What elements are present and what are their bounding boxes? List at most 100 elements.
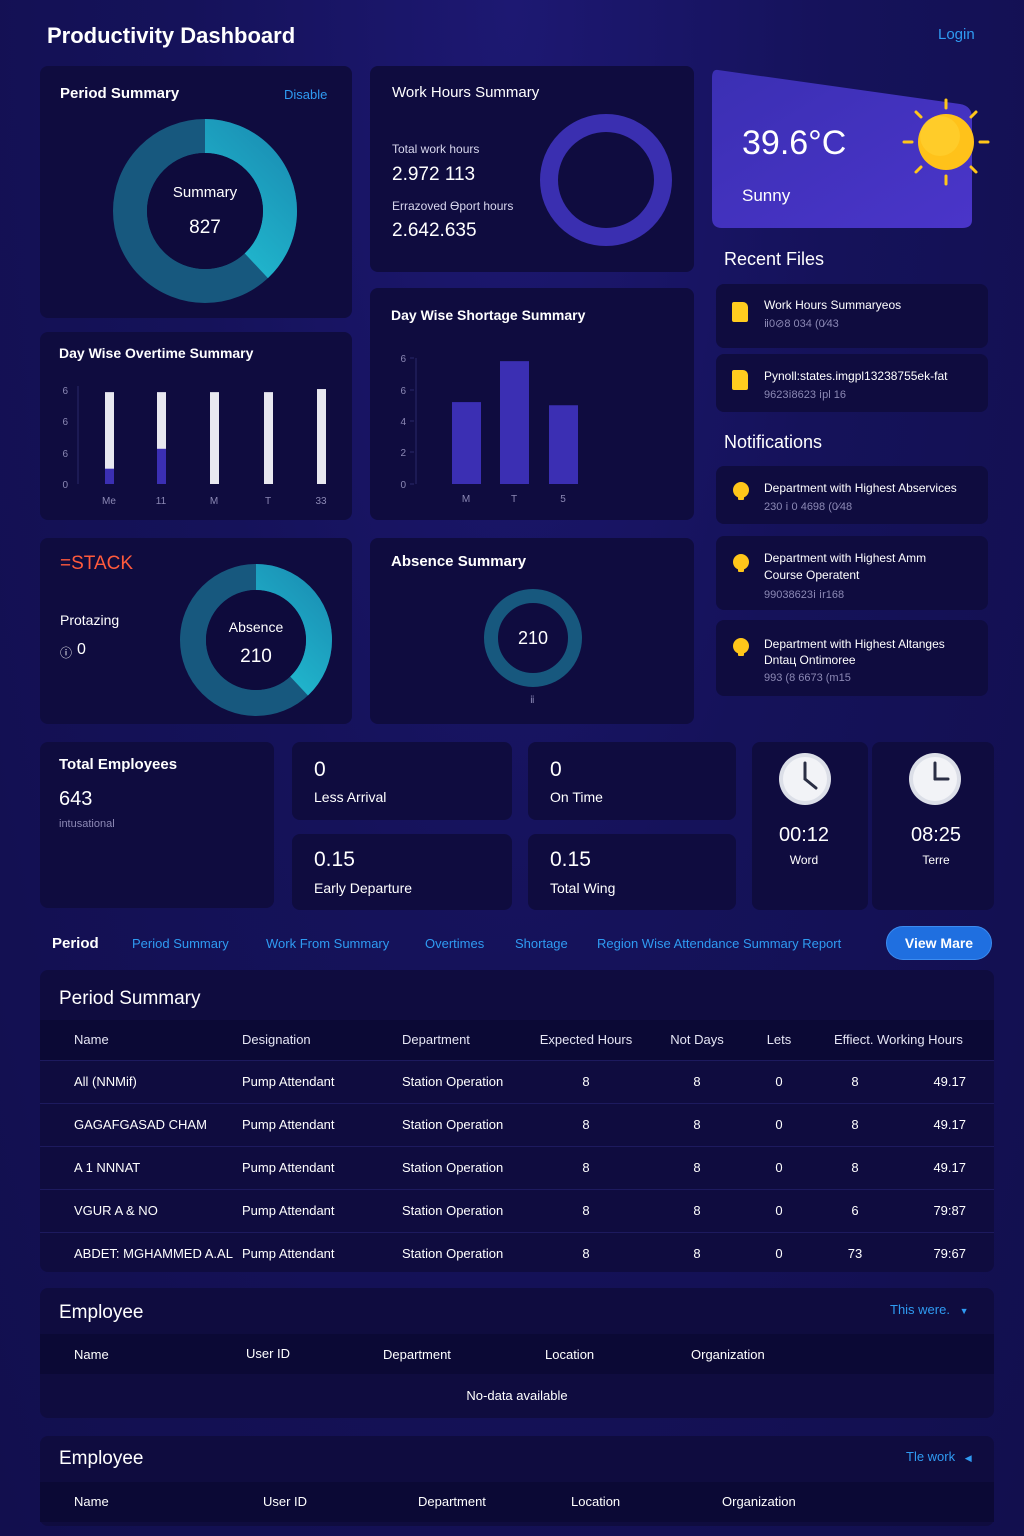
stat-label: Protazing [60,612,120,628]
notification-meta: 99038623ⅰ ⅰr168 [764,589,845,601]
table-cell: Pump Attendant [242,1059,402,1103]
notification-item[interactable]: Department with Highest Abservices 230 ⅰ… [716,466,988,524]
col-header: Designation [242,1032,311,1048]
tab-region-wise-report[interactable]: Region Wise Attendance Summary Report [597,936,841,951]
stat-tile: 0.15 Total Wing [528,834,736,910]
y-tick-label: 2 [400,448,406,459]
col-header: Organization [691,1347,765,1362]
notification-item[interactable]: Department with Highest Altanges Dntaц O… [716,620,988,696]
brand-logo: =STACK [60,553,134,574]
table-cell: All (NNMif) [40,1059,242,1103]
work-hours-card: Work Hours Summary Total work hours 2.97… [370,66,694,272]
table-cell: Station Operation [402,1102,532,1146]
notification-text: Department with Highest Altanges [764,637,945,651]
stat-tile: 0 On Time [528,742,736,820]
y-tick-label: 4 [400,417,406,428]
col-header: Name [74,1032,109,1048]
clock-icon [779,753,831,805]
table-cell: ABDET: MGHAMMED A.AL [40,1231,242,1275]
disable-link[interactable]: Disable [284,87,327,102]
table-cell: 0 [754,1231,804,1275]
col-header: Department [402,1032,470,1048]
work-hours-ring [540,114,672,246]
total-hours-value: 2.972 113 [392,164,476,185]
y-tick-label: 0 [400,480,406,491]
file-meta: ⅱ0⊘8 034 (0⁄43 [764,318,839,330]
page-title: Productivity Dashboard [47,23,296,48]
table-cell: 79:67 [906,1231,994,1275]
folder-icon [732,370,748,390]
bulb-icon [733,482,749,500]
stat-value: 0.15 [314,848,355,871]
stat-tile: 0.15 Early Departure [292,834,512,910]
tab-overtimes[interactable]: Overtimes [425,936,484,951]
table-cell: 8 [804,1102,906,1146]
filter-label: This were. [890,1302,950,1317]
col-header: Location [571,1494,621,1509]
table-cell: VGUR A & NO [40,1188,242,1232]
bar-highlight [105,468,114,484]
table-cell: 73 [804,1231,906,1275]
chevron-down-icon: ▼ [959,1306,969,1316]
filter-dropdown[interactable]: Tle work ◀ [906,1449,972,1464]
table-row[interactable]: ABDET: MGHAMMED A.AL Pump Attendant Statio… [40,1231,994,1275]
view-more-button[interactable]: View Mare [886,926,992,960]
notification-meta: 993 (8 6673 (m15 [764,672,851,684]
table-cell: 8 [640,1188,754,1232]
col-header: Location [545,1347,595,1362]
y-tick-label: 0 [62,480,68,491]
weather-condition: Sunny [742,186,791,205]
x-tick-label: T [511,494,517,505]
file-meta: 9623ⅰ8623 ⅰpl 16 [764,389,846,401]
table-cell: 0 [754,1102,804,1146]
donut-label: Absence [228,619,284,635]
table-cell: 8 [532,1188,640,1232]
x-tick-label: T [265,496,271,507]
tab-period-summary[interactable]: Period Summary [132,936,229,951]
table-cell: 0 [754,1059,804,1103]
y-tick-label: 6 [62,449,68,460]
table-cell: Station Operation [402,1231,532,1275]
table-title: Employee [59,1448,144,1469]
notification-text-2: Course Operatent [764,568,860,582]
table-row[interactable]: All (NNMif) Pump Attendant Station Operati… [40,1059,994,1103]
table-cell: 79:87 [906,1188,994,1232]
table-cell: 8 [640,1102,754,1146]
table-row[interactable]: A 1 NNNAT Pump Attendant Station Operation… [40,1145,994,1189]
sun-icon [902,98,990,186]
period-summary-table-wrap: Name Designation Department Expected Hou… [40,1020,994,1275]
notification-item[interactable]: Department with Highest Amm Course Opera… [716,536,988,610]
report-hours-label: Errazoved ϴport hours [392,199,514,213]
table-cell: Station Operation [402,1188,532,1232]
donut-value: 210 [240,646,272,667]
stat-value: 0 [77,641,86,658]
col-header: Name [74,1347,109,1362]
clock-tile: 00:12 Word [752,742,868,910]
recent-file-item[interactable]: Pynoll:states.imgpl13238755ek-fat 9623ⅰ8… [716,354,988,412]
col-header: Lets [766,1032,792,1048]
login-link[interactable]: Login [938,26,975,43]
empty-state: No-data available [466,1388,568,1403]
y-tick-label: 6 [400,386,406,397]
tab-work-from-summary[interactable]: Work From Summary [266,936,389,951]
recent-file-item[interactable]: Work Hours Summaryeos ⅱ0⊘8 034 (0⁄43 [716,284,988,348]
stat-label: On Time [550,789,603,805]
y-tick-label: 6 [62,417,68,428]
table-cell: 6 [804,1188,906,1232]
filter-dropdown[interactable]: This were. ▼ [890,1302,969,1317]
table-cell: 49.17 [906,1145,994,1189]
period-summary-card: Period Summary Disable Summary 827 [40,66,352,318]
x-tick-label: M [462,494,470,505]
table-cell: 8 [640,1231,754,1275]
table-row[interactable]: GAGAFGASAD CHAM Pump Attendant Station Ope… [40,1102,994,1146]
tab-shortage[interactable]: Shortage [515,936,568,951]
chevron-left-icon: ◀ [964,1453,972,1463]
filter-label: Tle work [906,1449,956,1464]
period-summary-table: Name Designation Department Expected Hou… [40,1020,994,1275]
period-summary-table-card: Period Summary Name Designation Departme… [40,970,994,1275]
table-row[interactable]: VGUR A & NO Pump Attendant Station Operati… [40,1188,994,1232]
bar [210,392,219,484]
stat-label: Early Departure [314,880,413,896]
employee-table-card: Employee This were. ▼ Name User ID Depar… [40,1288,994,1418]
temperature: 39.6°C [742,124,847,162]
